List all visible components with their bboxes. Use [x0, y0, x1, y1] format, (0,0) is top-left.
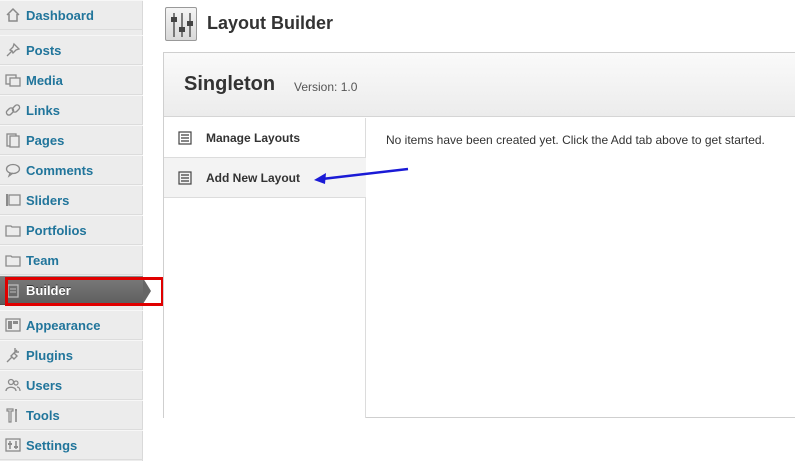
comment-icon [5, 162, 21, 178]
sidebar-item-media[interactable]: Media [0, 65, 143, 95]
sliders-icon [5, 192, 21, 208]
builder-icon [5, 283, 21, 299]
annotation-arrow-icon [314, 167, 409, 184]
sidebar-item-users[interactable]: Users [0, 370, 143, 400]
sidebar-item-label: Appearance [26, 317, 101, 333]
sliders-panel-icon [165, 7, 197, 41]
sidebar-item-dashboard[interactable]: Dashboard [0, 0, 143, 30]
folder-icon [5, 222, 21, 238]
media-icon [5, 72, 21, 88]
tools-icon [5, 407, 21, 423]
settings-icon [5, 437, 21, 453]
dashboard-icon [5, 7, 21, 23]
sidebar-item-settings[interactable]: Settings [0, 430, 143, 460]
plug-icon [5, 347, 21, 363]
sidebar-item-team[interactable]: Team [0, 245, 143, 275]
sidebar-item-label: Pages [26, 132, 65, 148]
sidebar-item-builder[interactable]: Builder [0, 276, 151, 305]
sidebar-item-pages[interactable]: Pages [0, 125, 143, 155]
sidebar-item-label: Tools [26, 407, 60, 423]
sidebar-item-sliders[interactable]: Sliders [0, 185, 143, 215]
appearance-icon [5, 317, 21, 333]
users-icon [5, 377, 21, 393]
sidebar-item-label: Media [26, 72, 63, 88]
sidebar-item-label: Users [26, 377, 63, 393]
sidebar-item-label: Posts [26, 42, 62, 58]
sidebar-item-plugins[interactable]: Plugins [0, 340, 143, 370]
panel-header: Singleton Version: 1.0 [164, 53, 795, 117]
sidebar-item-label: Team [26, 252, 59, 268]
sidebar-item-label: Portfolios [26, 222, 87, 238]
sidebar-item-label: Settings [26, 437, 78, 453]
sidebar-item-label: Dashboard [26, 7, 94, 23]
pin-icon [5, 42, 21, 58]
empty-state-message: No items have been created yet. Click th… [386, 133, 765, 147]
link-icon [5, 102, 21, 118]
sidebar-item-comments[interactable]: Comments [0, 155, 143, 185]
current-menu-arrow [143, 278, 151, 304]
admin-sidebar: Dashboard Posts Media Links Pages Commen… [0, 0, 151, 461]
tab-label: Manage Layouts [206, 130, 301, 145]
sidebar-item-portfolios[interactable]: Portfolios [0, 215, 143, 245]
theme-version: Version: 1.0 [294, 80, 358, 94]
sidebar-item-label: Links [26, 102, 60, 118]
sidebar-item-links[interactable]: Links [0, 95, 143, 125]
list-icon [178, 170, 192, 185]
sidebar-item-label: Comments [26, 162, 94, 178]
page-title: Layout Builder [207, 13, 334, 33]
sidebar-item-tools[interactable]: Tools [0, 400, 143, 430]
sidebar-item-posts[interactable]: Posts [0, 35, 143, 65]
builder-panel: Singleton Version: 1.0 Manage Layouts Ad… [163, 52, 795, 418]
tab-manage-layouts[interactable]: Manage Layouts [164, 118, 366, 158]
list-icon [178, 130, 192, 145]
theme-title: Singleton [184, 73, 276, 95]
wp-admin-screen: Dashboard Posts Media Links Pages Commen… [0, 0, 795, 461]
sidebar-item-label: Sliders [26, 192, 70, 208]
tab-label: Add New Layout [206, 170, 301, 185]
sidebar-item-label: Plugins [26, 347, 73, 363]
pages-icon [5, 132, 21, 148]
sidebar-item-appearance[interactable]: Appearance [0, 310, 143, 340]
folder-icon [5, 252, 21, 268]
panel-nav: Manage Layouts Add New Layout [164, 118, 366, 418]
sidebar-item-label: Builder [26, 283, 71, 298]
